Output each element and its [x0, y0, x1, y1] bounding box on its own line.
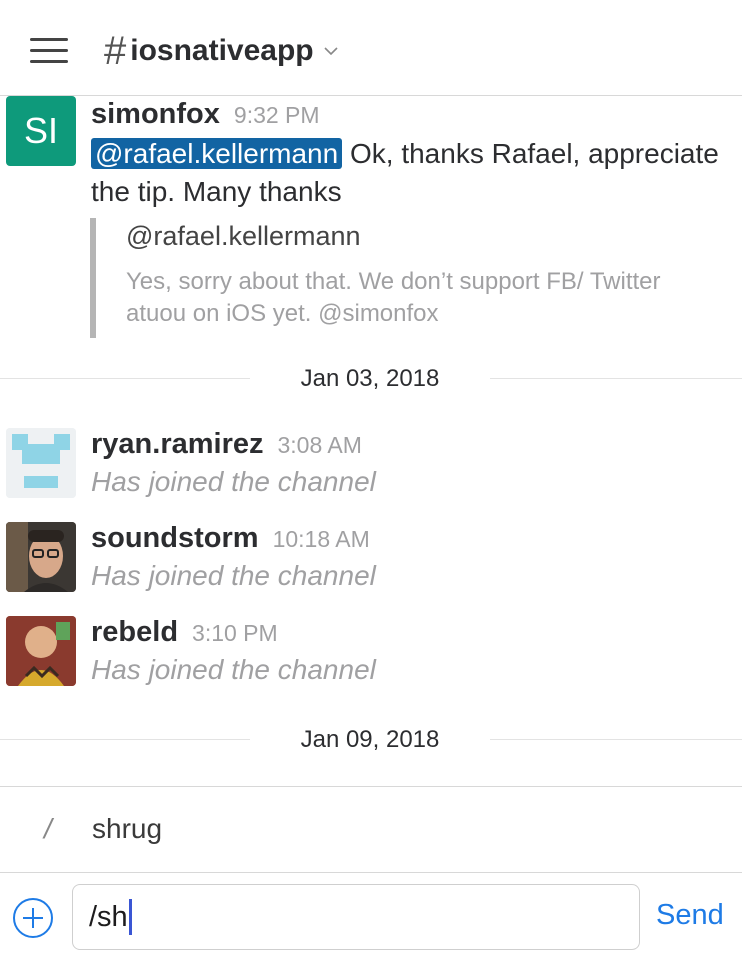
suggestion-label: shrug — [92, 813, 163, 844]
avatar[interactable] — [6, 616, 76, 686]
quote-author: @rafael.kellermann — [126, 221, 361, 251]
text-caret — [128, 899, 132, 935]
message-username[interactable]: ryan.ramirez — [91, 428, 264, 461]
message-text: Has joined the channel — [91, 654, 376, 685]
message-time: 3:10 PM — [192, 620, 278, 646]
message-composer: /sh Send — [0, 872, 742, 960]
message-input-value: /sh — [89, 900, 128, 933]
message-username[interactable]: soundstorm — [91, 522, 259, 555]
message-text: @rafael.kellermann Ok, thanks Rafael, ap… — [91, 138, 719, 207]
message-text: Has joined the channel — [91, 466, 376, 497]
avatar[interactable] — [6, 428, 76, 498]
date-separator: Jan 09, 2018 — [0, 720, 742, 760]
channel-title[interactable]: # iosnativeapp — [104, 30, 338, 72]
slash-icon: / — [44, 813, 52, 844]
user-photo-icon — [6, 616, 76, 686]
message-time: 9:32 PM — [233, 102, 320, 128]
avatar[interactable]: SI — [6, 96, 76, 166]
channel-name: iosnativeapp — [130, 34, 314, 67]
message-text: Has joined the channel — [91, 560, 376, 591]
message-username[interactable]: simonfox — [91, 98, 220, 131]
message-time: 3:08 AM — [277, 432, 362, 458]
channel-header: # iosnativeapp — [0, 0, 742, 96]
hash-icon: # — [104, 29, 127, 73]
message-username[interactable]: rebeld — [91, 616, 178, 649]
user-mention[interactable]: @rafael.kellermann — [91, 138, 343, 169]
chevron-down-icon — [324, 47, 338, 56]
message-time: 10:18 AM — [272, 526, 370, 552]
slash-command-suggestion[interactable]: / shrug — [0, 786, 742, 872]
send-button[interactable]: Send — [656, 899, 724, 932]
date-label: Jan 09, 2018 — [300, 726, 440, 753]
identicon-avatar-icon — [6, 428, 76, 498]
message-list[interactable]: SI simonfox 9:32 PM @rafael.kellermann O… — [0, 96, 742, 786]
date-separator: Jan 03, 2018 — [0, 359, 742, 399]
quoted-message[interactable]: @rafael.kellermann Yes, sorry about that… — [90, 218, 690, 338]
quote-text: Yes, sorry about that. We don’t support … — [126, 268, 661, 327]
avatar[interactable] — [6, 522, 76, 592]
date-label: Jan 03, 2018 — [300, 365, 440, 392]
message-input[interactable]: /sh — [72, 884, 640, 950]
add-attachment-icon[interactable] — [12, 897, 54, 939]
user-photo-icon — [6, 522, 76, 592]
hamburger-menu-icon[interactable] — [30, 36, 70, 66]
